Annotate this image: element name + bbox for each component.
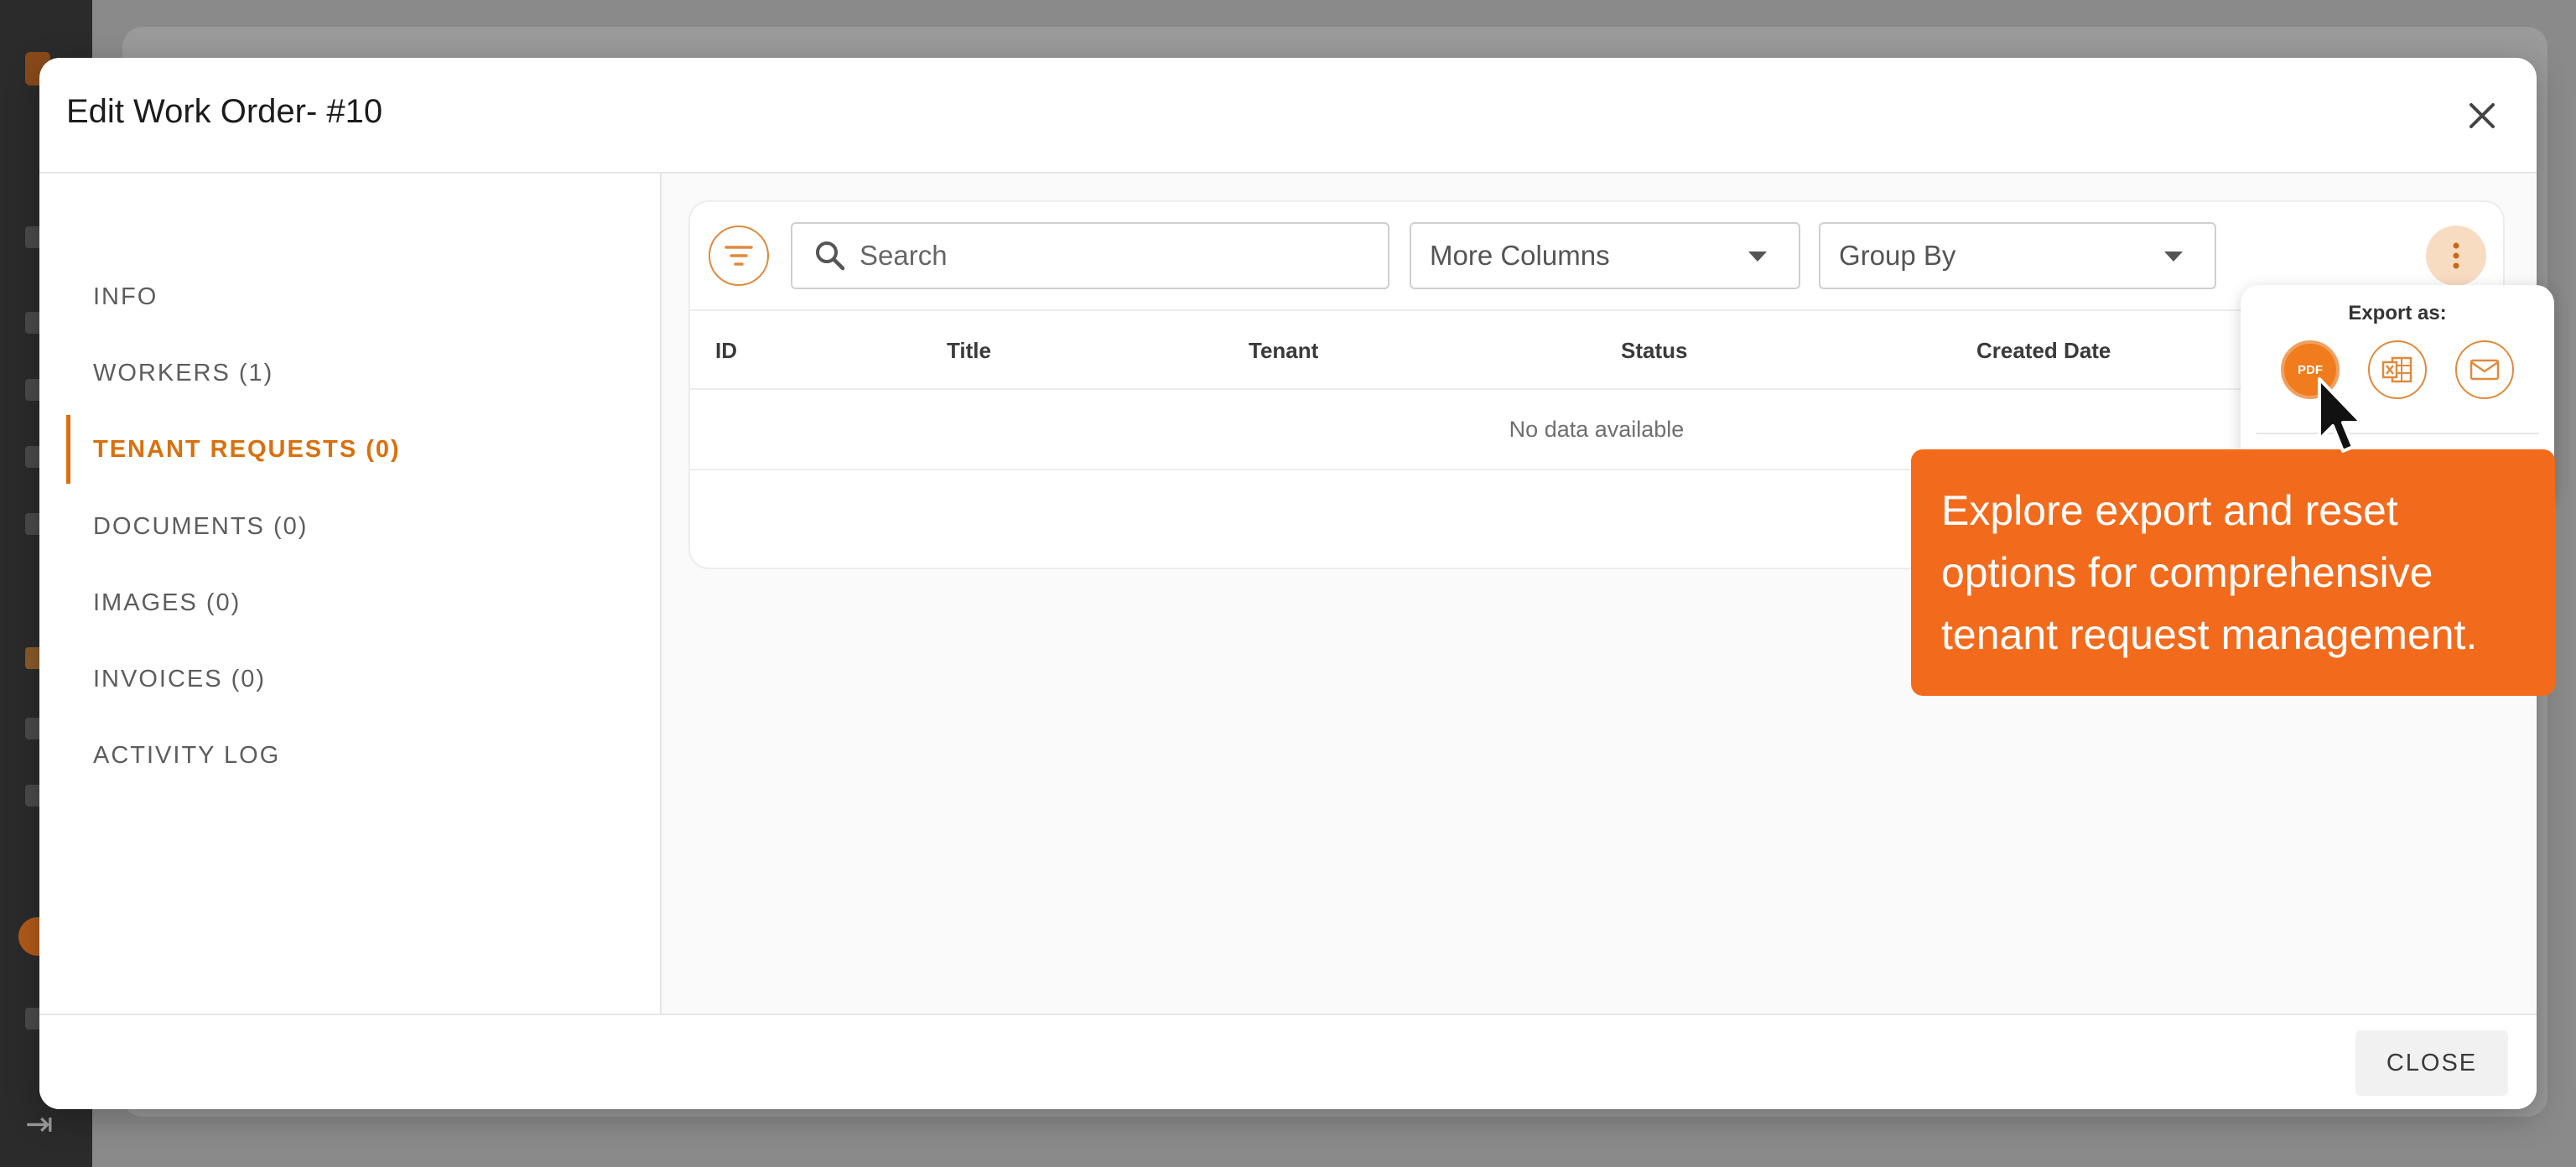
close-icon[interactable] (2461, 95, 2503, 137)
modal-title: Edit Work Order- #10 (66, 93, 383, 130)
tab-documents[interactable]: DOCUMENTS (0) (66, 492, 636, 561)
pdf-icon: PDF (2298, 362, 2323, 377)
tab-tenant-requests[interactable]: TENANT REQUESTS (0) (66, 415, 636, 484)
more-columns-select[interactable]: More Columns (1410, 222, 1800, 289)
tab-info[interactable]: INFO (66, 262, 636, 331)
collapse-sidebar-icon: ⇥ (25, 1106, 54, 1143)
export-excel-button[interactable] (2368, 340, 2427, 399)
more-options-button[interactable] (2426, 226, 2486, 286)
filter-button[interactable] (709, 226, 769, 286)
chevron-down-icon (2164, 252, 2183, 262)
column-header[interactable]: ID (715, 338, 737, 364)
column-header[interactable]: Tenant (1249, 338, 1318, 364)
column-header[interactable]: Title (947, 338, 991, 364)
group-by-label: Group By (1839, 240, 1956, 271)
tab-images[interactable]: IMAGES (0) (66, 568, 636, 637)
tab-activity-log[interactable]: ACTIVITY LOG (66, 721, 636, 790)
close-button[interactable]: CLOSE (2355, 1030, 2508, 1096)
more-vertical-icon (2453, 242, 2459, 269)
tab-list: INFO WORKERS (1) TENANT REQUESTS (0) DOC… (39, 174, 662, 1014)
email-icon (2470, 359, 2500, 381)
tab-invoices[interactable]: INVOICES (0) (66, 645, 636, 713)
modal-header: Edit Work Order- #10 (39, 58, 2537, 174)
export-label: Export as: (2348, 302, 2447, 324)
export-pdf-button[interactable]: PDF (2281, 340, 2340, 399)
column-header[interactable]: Status (1621, 338, 1687, 364)
more-columns-label: More Columns (1430, 240, 1610, 271)
search-field[interactable] (791, 222, 1389, 289)
divider (2256, 433, 2539, 434)
filter-icon (724, 246, 753, 266)
modal-footer: CLOSE (39, 1014, 2537, 1109)
search-input[interactable] (860, 240, 1363, 272)
group-by-select[interactable]: Group By (1819, 222, 2216, 289)
export-email-button[interactable] (2455, 340, 2514, 399)
column-header[interactable]: Created Date (1976, 338, 2111, 364)
chevron-down-icon (1748, 252, 1767, 262)
tab-workers[interactable]: WORKERS (1) (66, 339, 636, 407)
search-icon (816, 241, 845, 271)
table-header: ID Title Tenant Status Created Date (690, 309, 2503, 390)
onboarding-tooltip: Explore export and reset options for com… (1911, 449, 2555, 696)
excel-icon (2381, 356, 2412, 383)
